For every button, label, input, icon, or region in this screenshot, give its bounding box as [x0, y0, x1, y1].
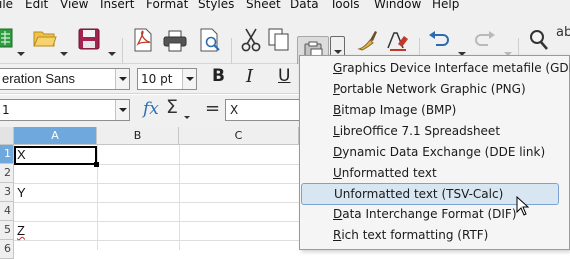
menu-item-label: raphics Device Interface metafile (GDI) — [342, 61, 570, 75]
autofill-handle[interactable] — [94, 162, 99, 167]
mnemonic: L — [333, 124, 340, 138]
open-dropdown-icon[interactable] — [60, 52, 68, 56]
print-preview-icon[interactable] — [199, 28, 221, 52]
sum-dropdown-icon[interactable] — [184, 116, 190, 119]
menu-file[interactable]: ile — [0, 0, 13, 11]
menu-item-dde-link[interactable]: Dynamic Data Exchange (DDE link) — [333, 145, 545, 159]
open-folder-icon[interactable] — [33, 28, 57, 48]
mnemonic: D — [333, 145, 343, 159]
row-header-2[interactable]: 2 — [0, 164, 14, 183]
menu-format[interactable]: Format — [146, 0, 188, 11]
bold-button[interactable]: B — [212, 66, 225, 86]
new-spreadsheet-icon[interactable] — [0, 28, 14, 48]
undo-icon[interactable] — [428, 31, 450, 49]
font-size-dropdown[interactable] — [182, 69, 196, 89]
mnemonic: U — [333, 166, 342, 180]
menu-item-label: ortable Network Graphic (PNG) — [339, 82, 526, 96]
menu-item-bmp[interactable]: Bitmap Image (BMP) — [333, 103, 456, 117]
font-size-value: 10 pt — [141, 72, 173, 86]
row-header-5[interactable]: 5 — [0, 221, 14, 240]
menu-item-unformatted-text[interactable]: Unformatted text — [333, 166, 437, 180]
font-name-value: eration Sans — [2, 71, 75, 86]
menu-item-gdi[interactable]: Graphics Device Interface metafile (GDI) — [333, 61, 570, 75]
column-header-c[interactable]: C — [179, 127, 299, 145]
mouse-pointer-icon — [516, 196, 530, 216]
paste-special-menu: Graphics Device Interface metafile (GDI)… — [299, 55, 570, 250]
toolbar-separator — [122, 38, 123, 64]
clear-formatting-icon[interactable] — [386, 28, 410, 52]
cut-icon[interactable] — [240, 28, 262, 52]
sum-icon[interactable]: Σ — [166, 96, 178, 118]
mnemonic: B — [333, 103, 342, 117]
mnemonic: P — [333, 82, 340, 96]
menubar: ile Edit View Insert Format Styles Sheet… — [0, 0, 570, 14]
grid-line — [97, 145, 98, 250]
menu-insert[interactable]: Insert — [100, 0, 134, 11]
mnemonic: D — [333, 207, 343, 221]
name-box-dropdown[interactable] — [115, 100, 129, 120]
menu-tools[interactable]: Tools — [330, 0, 360, 11]
column-header-a[interactable]: A — [14, 127, 97, 145]
grid-line — [179, 145, 180, 250]
print-icon[interactable] — [163, 30, 187, 52]
menu-view[interactable]: View — [60, 0, 88, 11]
save-dropdown-icon[interactable] — [108, 52, 116, 56]
font-size-box[interactable]: 10 pt — [137, 68, 197, 90]
formula-icon[interactable]: = — [205, 98, 220, 119]
italic-button[interactable]: I — [246, 66, 253, 87]
select-all-corner[interactable] — [0, 127, 14, 145]
cell-a5[interactable]: Z — [17, 223, 25, 238]
menu-sheet[interactable]: Sheet — [246, 0, 281, 11]
menu-data[interactable]: Data — [290, 0, 319, 11]
chevron-down-icon — [334, 50, 342, 54]
menu-item-dif[interactable]: Data Interchange Format (DIF) — [333, 207, 517, 221]
cell-cursor — [14, 146, 97, 165]
cell-a3[interactable]: Y — [17, 185, 26, 200]
menu-item-label: itmap Image (BMP) — [341, 103, 457, 117]
new-dropdown-icon[interactable] — [17, 52, 25, 56]
menu-item-label: ata Interchange Format (DIF) — [342, 207, 517, 221]
menu-edit[interactable]: Edit — [25, 0, 48, 11]
menu-item-label: Unformatted text (TSV-Calc) — [334, 187, 504, 201]
menu-item-libreoffice-spreadsheet[interactable]: LibreOffice 7.1 Spreadsheet — [333, 124, 500, 138]
row-header-4[interactable]: 4 — [0, 202, 14, 221]
name-box[interactable]: 1 — [0, 99, 130, 121]
find-replace-icon[interactable] — [528, 28, 550, 52]
save-icon[interactable] — [78, 28, 100, 50]
menu-help[interactable]: Help — [432, 0, 459, 11]
row-header-1[interactable]: 1 — [0, 145, 14, 164]
menu-item-label: ibreOffice 7.1 Spreadsheet — [339, 124, 501, 138]
menu-item-label: ynamic Data Exchange (DDE link) — [342, 145, 546, 159]
function-wizard-icon[interactable]: fx — [143, 99, 159, 119]
menu-item-png[interactable]: Portable Network Graphic (PNG) — [333, 82, 526, 96]
toolbar-separator — [231, 38, 232, 64]
export-pdf-icon[interactable] — [132, 28, 154, 52]
formula-input-value: X — [230, 103, 239, 117]
row-header-3[interactable]: 3 — [0, 183, 14, 202]
font-name-box[interactable]: eration Sans — [0, 68, 130, 90]
clone-formatting-icon[interactable] — [355, 28, 379, 52]
menu-item-label: nformatted text — [341, 166, 437, 180]
underline-button[interactable]: U — [278, 66, 290, 86]
column-header-b[interactable]: B — [97, 127, 179, 145]
name-box-value: 1 — [2, 103, 10, 117]
redo-icon[interactable] — [474, 31, 496, 49]
spelling-label: ab — [556, 25, 570, 40]
mnemonic: G — [333, 61, 343, 75]
copy-icon[interactable] — [268, 28, 290, 52]
menu-styles[interactable]: Styles — [198, 0, 234, 11]
menu-item-label: ich text formatting (RTF) — [341, 228, 489, 242]
menu-window[interactable]: Window — [374, 0, 421, 11]
spelling-icon[interactable]: ab — [556, 25, 570, 40]
menu-item-rtf[interactable]: Rich text formatting (RTF) — [333, 228, 488, 242]
font-name-dropdown[interactable] — [115, 69, 129, 89]
